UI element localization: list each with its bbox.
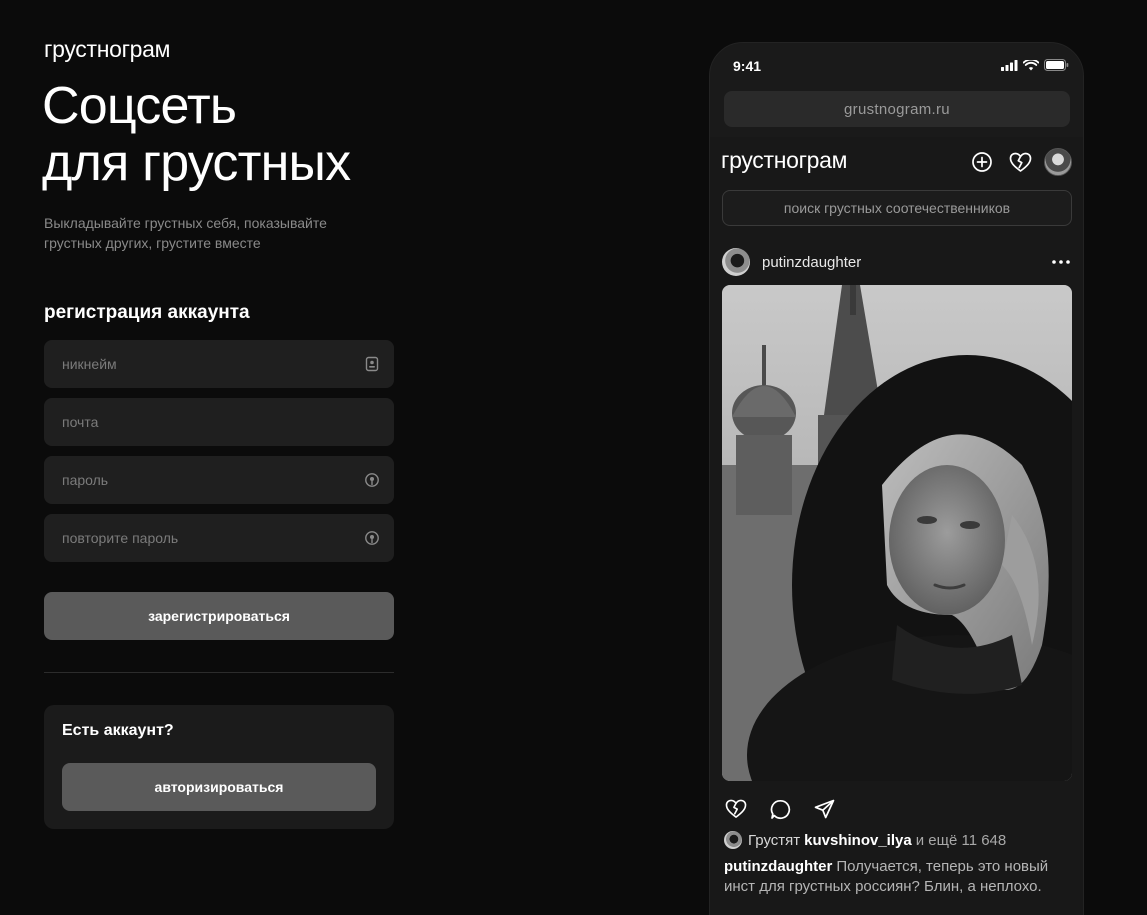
phone-mockup: 9:41 grustnogram.ru грустнограм поиск гр…: [709, 42, 1084, 915]
register-button[interactable]: зарегистрироваться: [44, 592, 394, 640]
registration-heading: регистрация аккаунта: [44, 302, 250, 323]
brand-logo: грустнограм: [44, 36, 171, 62]
sad-like-icon[interactable]: [722, 795, 750, 823]
login-button[interactable]: авторизироваться: [62, 763, 376, 811]
comment-icon[interactable]: [766, 795, 794, 823]
url-bar[interactable]: grustnogram.ru: [724, 91, 1070, 127]
hero-title-line2: для грустных: [42, 134, 351, 192]
search-input[interactable]: [723, 200, 1071, 216]
likes-prefix: Грустят: [748, 831, 801, 849]
post-caption: putinzdaughter Получается, теперь это нов…: [724, 857, 1064, 897]
signal-icon: [1001, 59, 1018, 71]
divider: [44, 672, 394, 673]
more-options-icon[interactable]: [1050, 251, 1072, 273]
app-logo[interactable]: грустнограм: [721, 147, 847, 174]
post-author-name[interactable]: putinzdaughter: [762, 254, 861, 271]
post-photo-illustration: [722, 285, 1072, 781]
post-actions: [722, 795, 838, 823]
repeat-password-field[interactable]: [44, 514, 394, 562]
id-card-icon: [364, 356, 380, 372]
status-time: 9:41: [733, 58, 762, 74]
battery-icon: [1044, 59, 1069, 71]
likes-line: Грустят kuvshinov_ilya и ещё 11 648: [724, 831, 1006, 849]
nickname-field[interactable]: [44, 340, 394, 388]
login-card: Есть аккаунт? авторизироваться: [44, 705, 394, 829]
post-header: putinzdaughter: [722, 247, 1072, 277]
status-icons: [1001, 59, 1069, 71]
likes-count[interactable]: и ещё 11 648: [916, 832, 1007, 849]
add-post-icon[interactable]: [968, 148, 996, 176]
email-input[interactable]: [62, 414, 376, 430]
repeat-password-input[interactable]: [62, 530, 364, 546]
show-password-icon[interactable]: [364, 472, 380, 488]
status-bar: 9:41: [710, 43, 1083, 89]
post-author-avatar[interactable]: [722, 248, 750, 276]
profile-avatar[interactable]: [1044, 148, 1072, 176]
post-photo[interactable]: [722, 285, 1072, 781]
password-input[interactable]: [62, 472, 364, 488]
show-repeat-password-icon[interactable]: [364, 530, 380, 546]
email-field[interactable]: [44, 398, 394, 446]
password-field[interactable]: [44, 456, 394, 504]
nickname-input[interactable]: [62, 356, 364, 372]
hero-title-line1: Соцсеть: [42, 77, 237, 135]
wifi-icon: [1023, 59, 1039, 70]
liker-avatar[interactable]: [724, 831, 742, 849]
share-icon[interactable]: [810, 795, 838, 823]
have-account-text: Есть аккаунт?: [62, 722, 174, 739]
hero-title: Соцсеть для грустных: [42, 78, 462, 192]
broken-heart-icon[interactable]: [1006, 148, 1034, 176]
search-box[interactable]: [722, 190, 1072, 226]
app-header-icons: [968, 148, 1072, 176]
caption-author[interactable]: putinzdaughter: [724, 858, 832, 875]
hero-subtitle: Выкладывайте грустных себя, показывайте …: [44, 215, 327, 251]
app-feed: грустнограм putinzdaughter: [710, 137, 1083, 915]
liker-username[interactable]: kuvshinov_ilya: [804, 832, 912, 849]
